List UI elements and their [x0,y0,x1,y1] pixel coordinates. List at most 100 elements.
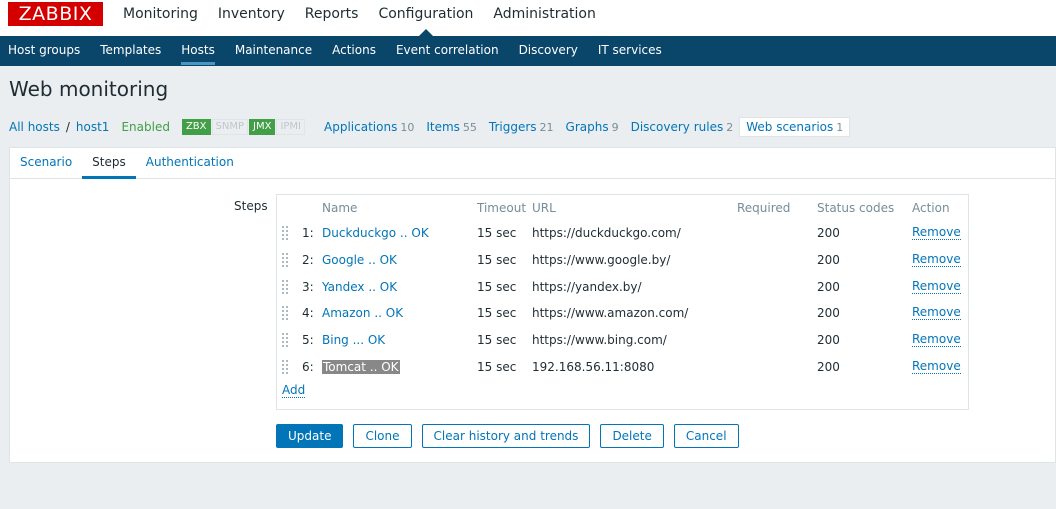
badge-zbx: ZBX [181,119,211,135]
step-number: 5: [302,333,314,348]
add-step-link[interactable]: Add [282,384,306,398]
triggers-label: Triggers [488,120,537,134]
menu-administration[interactable]: Administration [483,0,605,36]
step-name-link[interactable]: Bing ... OK [322,333,385,347]
web-scenarios-count: 1 [836,121,844,134]
step-timeout: 15 sec [477,306,517,321]
table-row: 5: Bing ... OK 15 sec https://www.bing.com/… [277,327,968,353]
step-name-link[interactable]: Duckduckgo .. OK [322,226,429,240]
clone-button[interactable]: Clone [353,424,412,448]
remove-step-link[interactable]: Remove [912,252,961,267]
step-status-codes: 200 [817,252,840,267]
applications-label: Applications [324,120,398,134]
remove-step-link[interactable]: Remove [912,333,961,348]
drag-handle-icon[interactable] [282,360,288,374]
step-timeout: 15 sec [477,333,517,348]
discovery-rules-count: 2 [726,121,734,134]
table-row: 1: Duckduckgo .. OK 15 sec https://duckduck… [277,220,968,246]
step-status-codes: 200 [817,226,840,240]
submenu-it-services[interactable]: IT services [588,36,672,66]
steps-table: Name Timeout URL Required Status codes A… [276,194,969,410]
tab-authentication[interactable]: Authentication [136,148,244,178]
host-navigation: All hosts / host1 Enabled ZBX SNMP JMX I… [9,116,862,138]
update-button[interactable]: Update [276,424,344,448]
zabbix-logo[interactable]: ZABBIX [8,2,103,26]
cancel-button[interactable]: Cancel [673,424,739,448]
step-url: 192.168.56.11:8080 [532,360,655,374]
badge-jmx: JMX [249,119,276,135]
header-required: Required [737,201,791,215]
drag-handle-icon[interactable] [282,306,288,321]
submenu-maintenance[interactable]: Maintenance [225,36,322,66]
step-number: 4: [302,306,314,321]
step-name-link[interactable]: Yandex .. OK [322,280,397,294]
remove-step-link[interactable]: Remove [912,360,961,374]
applications-link[interactable]: Applications 10 [324,120,414,134]
steps-label: Steps [234,199,268,213]
delete-button[interactable]: Delete [600,424,664,448]
drag-handle-icon[interactable] [282,279,288,294]
tab-scenario[interactable]: Scenario [10,148,82,178]
drag-handle-icon[interactable] [282,252,288,267]
step-status-codes: 200 [817,333,840,348]
step-number: 6: [302,360,314,374]
tab-steps[interactable]: Steps [82,148,136,179]
form-tabs: Scenario Steps Authentication [10,148,1056,179]
step-url: https://www.bing.com/ [532,333,667,348]
step-name-link[interactable]: Google .. OK [322,253,397,267]
graphs-label: Graphs [565,120,609,134]
step-timeout: 15 sec [477,360,517,374]
submenu-event-correlation[interactable]: Event correlation [386,36,509,66]
host-status[interactable]: Enabled [121,120,170,134]
discovery-rules-label: Discovery rules [630,120,724,134]
sub-menu: Host groups Templates Hosts Maintenance … [0,36,1056,66]
all-hosts-link[interactable]: All hosts [9,120,60,134]
menu-inventory[interactable]: Inventory [208,0,295,36]
badge-ipmi: IPMI [276,119,306,135]
step-name-link[interactable]: Amazon .. OK [322,306,403,320]
menu-configuration[interactable]: Configuration [368,0,483,36]
submenu-hosts[interactable]: Hosts [171,36,225,66]
step-status-codes: 200 [817,360,840,374]
clear-history-button[interactable]: Clear history and trends [421,424,591,448]
header-status-codes: Status codes [817,201,895,215]
table-row: 6: Tomcat .. OK 15 sec 192.168.56.11:8080 20… [277,354,968,380]
submenu-actions[interactable]: Actions [322,36,386,66]
main-menu: Monitoring Inventory Reports Configurati… [113,0,606,36]
table-row: 3: Yandex .. OK 15 sec https://yandex.by/20… [277,274,968,300]
step-timeout: 15 sec [477,226,517,240]
step-url: https://www.google.by/ [532,252,671,267]
items-count: 55 [462,121,477,134]
step-url: https://yandex.by/ [532,279,642,294]
discovery-rules-link[interactable]: Discovery rules 2 [631,120,734,134]
items-link[interactable]: Items 55 [426,120,477,134]
table-row: 2: Google .. OK 15 sec https://www.google.b… [277,247,968,273]
web-scenarios-link[interactable]: Web scenarios 1 [739,117,851,137]
web-scenarios-label: Web scenarios [746,120,834,134]
drag-handle-icon[interactable] [282,226,288,240]
page-title: Web monitoring [9,77,169,101]
submenu-host-groups[interactable]: Host groups [0,36,90,66]
availability-badges: ZBX SNMP JMX IPMI [181,119,306,135]
remove-step-link[interactable]: Remove [912,306,961,321]
step-name-link[interactable]: Tomcat .. OK [322,360,400,374]
menu-monitoring[interactable]: Monitoring [113,0,208,36]
header-action: Action [912,201,950,215]
step-number: 1: [302,226,314,240]
header-name: Name [322,201,358,215]
remove-step-link[interactable]: Remove [912,226,961,240]
submenu-templates[interactable]: Templates [90,36,171,66]
triggers-link[interactable]: Triggers 21 [489,120,554,134]
step-status-codes: 200 [817,306,840,321]
drag-handle-icon[interactable] [282,333,288,348]
step-number: 2: [302,252,314,267]
applications-count: 10 [400,121,415,134]
triggers-count: 21 [539,121,554,134]
remove-step-link[interactable]: Remove [912,279,961,294]
submenu-discovery[interactable]: Discovery [509,36,588,66]
table-row: 4: Amazon .. OK 15 sec https://www.amazon.c… [277,300,968,326]
menu-reports[interactable]: Reports [295,0,369,36]
graphs-link[interactable]: Graphs 9 [566,120,619,134]
host-link[interactable]: host1 [76,120,110,134]
form-panel: Scenario Steps Authentication Steps Name… [9,147,1056,463]
